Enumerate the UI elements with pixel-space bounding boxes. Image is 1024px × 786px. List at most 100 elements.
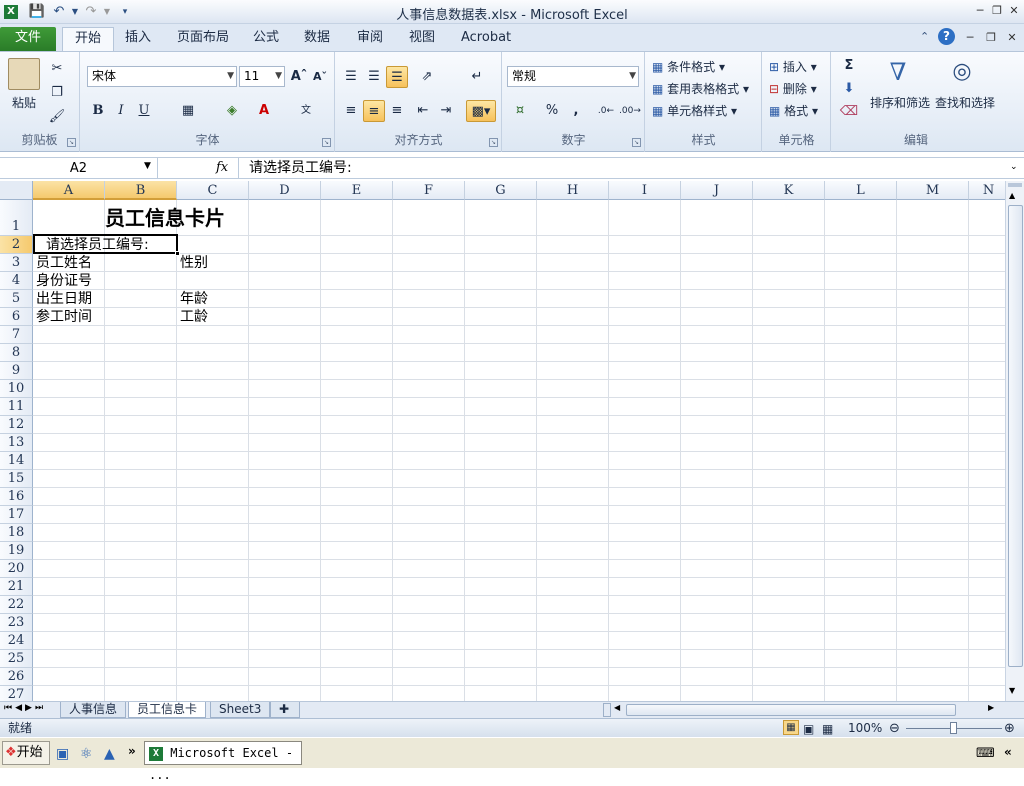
row-header-21[interactable]: 21 (0, 578, 33, 596)
scroll-down-icon[interactable]: ▼ (1009, 686, 1015, 695)
column-header-e[interactable]: E (321, 181, 393, 200)
copy-icon[interactable]: ❐ (46, 82, 68, 104)
zoom-level[interactable]: 100% (848, 719, 882, 737)
expand-formula-bar-icon[interactable]: ⌄ (1010, 162, 1018, 172)
number-format-select[interactable]: 常规 ▼ (507, 66, 639, 87)
align-middle-icon[interactable]: ☰ (363, 66, 385, 88)
dialog-launcher-icon[interactable]: ↘ (67, 138, 76, 147)
scroll-right-icon[interactable]: ▶ (988, 703, 994, 712)
row-header-13[interactable]: 13 (0, 434, 33, 452)
workbook-close-icon[interactable]: ✕ (1004, 30, 1020, 46)
row-header-22[interactable]: 22 (0, 596, 33, 614)
shrink-font-icon[interactable]: Aˇ (309, 66, 331, 88)
row-header-18[interactable]: 18 (0, 524, 33, 542)
page-layout-view-icon[interactable]: ▣ (803, 720, 814, 738)
split-handle[interactable] (1008, 183, 1022, 187)
font-name-select[interactable]: 宋体 ▼ (87, 66, 237, 87)
align-top-icon[interactable]: ☰ (340, 66, 362, 88)
border-icon[interactable]: ▦ (177, 100, 199, 122)
zoom-in-icon[interactable]: ⊕ (1004, 720, 1015, 738)
sheet-nav-icon[interactable]: ⏮◀▶⏭ (4, 703, 46, 713)
column-header-m[interactable]: M (897, 181, 969, 200)
collapse-ribbon-icon[interactable]: ⌃ (920, 30, 929, 43)
accounting-format-icon[interactable]: ¤ (509, 100, 531, 122)
row-header-7[interactable]: 7 (0, 326, 33, 344)
autosum-button[interactable]: Σ (838, 55, 860, 77)
italic-button[interactable]: I (110, 100, 132, 122)
tab-page-layout[interactable]: 页面布局 (165, 27, 241, 51)
row-header-16[interactable]: 16 (0, 488, 33, 506)
page-break-view-icon[interactable]: ▦ (822, 720, 833, 738)
formula-input[interactable]: 请选择员工编号: (238, 158, 1008, 179)
row-header-23[interactable]: 23 (0, 614, 33, 632)
card-title-cell[interactable]: 员工信息卡片 (105, 200, 249, 236)
horizontal-scroll-thumb[interactable] (626, 704, 956, 716)
row-header-9[interactable]: 9 (0, 362, 33, 380)
gender-label-cell[interactable]: 性别 (180, 254, 208, 272)
find-select-button[interactable]: 查找和选择 (935, 94, 995, 111)
dialog-launcher-icon[interactable]: ↘ (322, 138, 331, 147)
row-header-14[interactable]: 14 (0, 452, 33, 470)
zoom-slider-thumb[interactable] (950, 722, 957, 734)
format-cells-button[interactable]: ▦ 格式 ▾ (769, 102, 818, 119)
quick-launch-desktop-icon[interactable]: ▣ (56, 746, 69, 762)
scroll-up-icon[interactable]: ▲ (1009, 191, 1015, 200)
tab-file[interactable]: 文件 (0, 27, 56, 51)
insert-function-button[interactable]: fx (216, 160, 228, 175)
tab-formulas[interactable]: 公式 (241, 27, 291, 51)
column-header-n[interactable]: N (969, 181, 1005, 200)
paste-icon[interactable] (8, 58, 40, 90)
insert-sheet-icon[interactable]: ✚ (270, 702, 300, 718)
font-color-icon[interactable]: A (253, 100, 275, 122)
row-header-24[interactable]: 24 (0, 632, 33, 650)
row-header-17[interactable]: 17 (0, 506, 33, 524)
sheet-tab-personnel[interactable]: 人事信息 (60, 702, 127, 718)
column-header-g[interactable]: G (465, 181, 537, 200)
increase-decimal-icon[interactable]: .0← (595, 100, 617, 122)
align-left-icon[interactable]: ≡ (340, 100, 362, 122)
row-header-2[interactable]: 2 (0, 236, 33, 254)
tray-expand-icon[interactable]: « (1004, 745, 1012, 759)
tab-split-handle[interactable] (603, 703, 611, 717)
row-header-8[interactable]: 8 (0, 344, 33, 362)
cell-styles-button[interactable]: ▦ 单元格样式 ▾ (652, 102, 737, 119)
dialog-launcher-icon[interactable]: ↘ (632, 138, 641, 147)
row-header-15[interactable]: 15 (0, 470, 33, 488)
format-painter-icon[interactable]: 🖌 (46, 106, 68, 128)
join-date-label-cell[interactable]: 参工时间 (36, 308, 92, 326)
sheet-tab-sheet3[interactable]: Sheet3 (210, 702, 271, 718)
column-header-l[interactable]: L (825, 181, 897, 200)
row-header-10[interactable]: 10 (0, 380, 33, 398)
column-header-h[interactable]: H (537, 181, 609, 200)
normal-view-icon[interactable]: ▦ (783, 720, 799, 735)
age-label-cell[interactable]: 年龄 (180, 290, 208, 308)
align-bottom-icon[interactable]: ☰ (386, 66, 408, 88)
close-icon[interactable]: ✕ (1006, 3, 1022, 19)
sort-filter-icon[interactable]: ∇ (882, 56, 914, 88)
keyboard-tray-icon[interactable]: ⌨ (976, 746, 995, 761)
comma-button[interactable]: , (565, 100, 587, 122)
find-select-icon[interactable]: ◎ (946, 56, 978, 88)
select-all-corner[interactable] (0, 181, 33, 200)
row-header-26[interactable]: 26 (0, 668, 33, 686)
minimize-icon[interactable]: ─ (972, 3, 988, 19)
font-size-select[interactable]: 11 ▼ (239, 66, 285, 87)
zoom-out-icon[interactable]: ⊖ (889, 720, 900, 738)
tab-acrobat[interactable]: Acrobat (449, 27, 523, 51)
tab-data[interactable]: 数据 (292, 27, 342, 51)
name-box-dropdown-icon[interactable]: ▼ (144, 161, 151, 171)
id-number-label-cell[interactable]: 身份证号 (36, 272, 92, 290)
tab-home[interactable]: 开始 (62, 27, 115, 51)
tab-insert[interactable]: 插入 (113, 27, 163, 51)
row-header-5[interactable]: 5 (0, 290, 33, 308)
underline-button[interactable]: U (133, 100, 155, 122)
quick-launch-app-icon[interactable]: ▲ (104, 746, 115, 762)
decrease-decimal-icon[interactable]: .00→ (619, 100, 641, 122)
format-as-table-button[interactable]: ▦ 套用表格格式 ▾ (652, 80, 749, 97)
column-header-i[interactable]: I (609, 181, 681, 200)
fill-color-icon[interactable]: ◈ (221, 100, 243, 122)
employee-name-label-cell[interactable]: 员工姓名 (36, 254, 92, 272)
delete-cells-button[interactable]: ⊟ 删除 ▾ (769, 80, 817, 97)
workbook-minimize-icon[interactable]: ─ (962, 30, 978, 46)
birth-date-label-cell[interactable]: 出生日期 (36, 290, 92, 308)
